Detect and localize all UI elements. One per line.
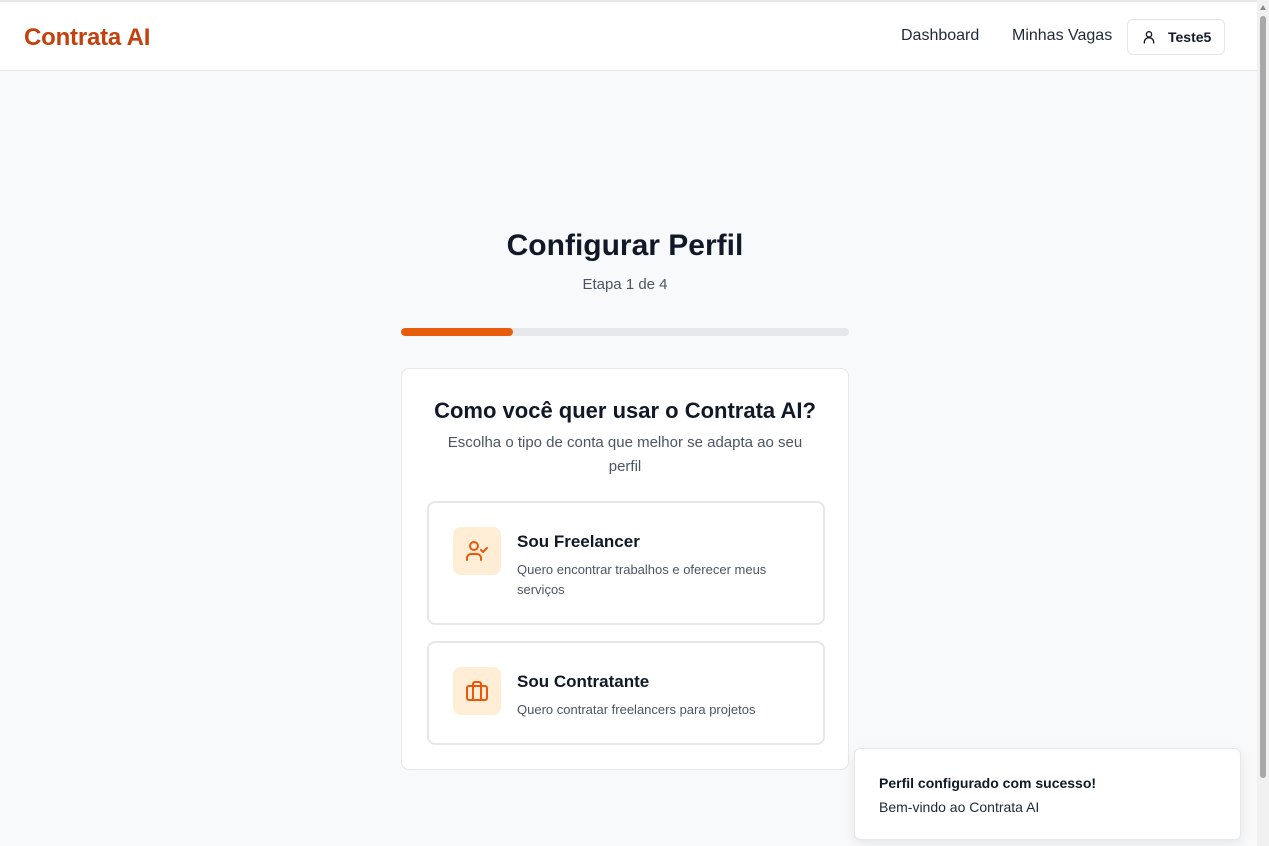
nav-minhas-vagas-link[interactable]: Minhas Vagas xyxy=(1012,27,1112,45)
scroll-up-arrow-icon[interactable] xyxy=(1260,5,1266,10)
freelancer-icon-badge xyxy=(453,527,501,575)
option-freelancer-description: Quero encontrar trabalhos e oferecer meu… xyxy=(517,562,767,597)
card-title: Como você quer usar o Contrata AI? xyxy=(434,398,816,423)
progress-bar xyxy=(401,328,849,336)
toast-title: Perfil configurado com sucesso! xyxy=(879,775,1097,791)
account-type-card: Como você quer usar o Contrata AI? Escol… xyxy=(401,368,849,770)
user-menu-button[interactable]: Teste5 xyxy=(1127,19,1225,55)
page-scrollbar[interactable] xyxy=(1257,0,1269,846)
brand-logo[interactable]: Contrata AI xyxy=(24,24,150,52)
page: Contrata AI Dashboard Minhas Vagas Teste… xyxy=(0,0,1269,846)
nav-dashboard-link[interactable]: Dashboard xyxy=(901,27,979,45)
contratante-icon-badge xyxy=(453,667,501,715)
card-subtitle: Escolha o tipo de conta que melhor se ad… xyxy=(447,434,803,475)
option-freelancer-title: Sou Freelancer xyxy=(517,532,640,551)
step-indicator: Etapa 1 de 4 xyxy=(582,276,668,293)
toast-description: Bem-vindo ao Contrata AI xyxy=(879,799,1040,815)
top-navbar: Contrata AI Dashboard Minhas Vagas Teste… xyxy=(0,0,1257,71)
success-toast[interactable]: Perfil configurado com sucesso! Bem-vind… xyxy=(854,748,1241,840)
user-check-icon xyxy=(466,541,488,561)
progress-bar-fill xyxy=(401,328,513,336)
option-freelancer[interactable]: Sou Freelancer Quero encontrar trabalhos… xyxy=(427,501,825,625)
page-title: Configurar Perfil xyxy=(506,229,744,262)
option-contratante[interactable]: Sou Contratante Quero contratar freelanc… xyxy=(427,641,825,745)
user-icon xyxy=(1143,31,1155,44)
user-name: Teste5 xyxy=(1168,29,1212,45)
briefcase-icon xyxy=(466,681,488,701)
scrollbar-thumb[interactable] xyxy=(1260,16,1266,778)
option-contratante-title: Sou Contratante xyxy=(517,672,650,691)
option-contratante-description: Quero contratar freelancers para projeto… xyxy=(517,702,756,717)
